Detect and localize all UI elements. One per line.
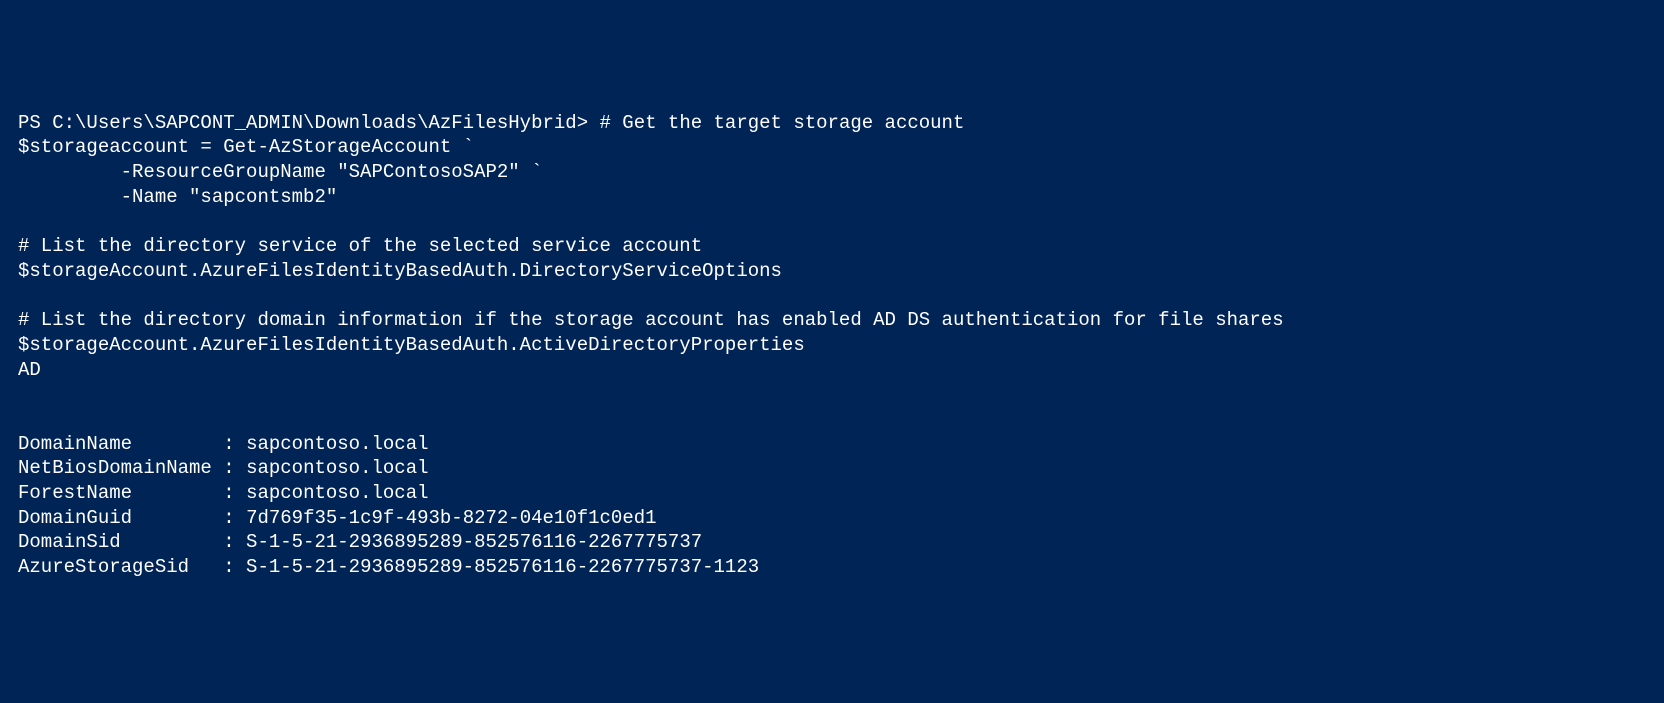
property-row: DomainName : sapcontoso.local (18, 433, 429, 455)
command-line: -Name "sapcontsmb2" (18, 186, 337, 208)
property-row: DomainSid : S-1-5-21-2936895289-85257611… (18, 531, 702, 553)
command-line: $storageAccount.AzureFilesIdentityBasedA… (18, 260, 782, 282)
property-key: DomainSid (18, 531, 121, 553)
property-value: sapcontoso.local (246, 482, 428, 504)
command-line: $storageaccount = Get-AzStorageAccount ` (18, 136, 474, 158)
property-key: ForestName (18, 482, 132, 504)
output-line: AD (18, 359, 41, 381)
property-sep: : (132, 433, 246, 455)
property-key: NetBiosDomainName (18, 457, 212, 479)
property-key: DomainName (18, 433, 132, 455)
property-sep: : (121, 531, 246, 553)
command-line: $storageAccount.AzureFilesIdentityBasedA… (18, 334, 805, 356)
property-row: AzureStorageSid : S-1-5-21-2936895289-85… (18, 556, 759, 578)
property-value: S-1-5-21-2936895289-852576116-2267775737 (246, 531, 702, 553)
property-key: AzureStorageSid (18, 556, 189, 578)
comment-line: # List the directory domain information … (18, 309, 1284, 331)
property-sep: : (189, 556, 246, 578)
command-line: -ResourceGroupName "SAPContosoSAP2" ` (18, 161, 543, 183)
property-value: sapcontoso.local (246, 457, 428, 479)
prompt-line: PS C:\Users\SAPCONT_ADMIN\Downloads\AzFi… (18, 112, 964, 134)
property-sep: : (212, 457, 246, 479)
property-value: sapcontoso.local (246, 433, 428, 455)
property-row: DomainGuid : 7d769f35-1c9f-493b-8272-04e… (18, 507, 657, 529)
property-sep: : (132, 482, 246, 504)
property-value: 7d769f35-1c9f-493b-8272-04e10f1c0ed1 (246, 507, 656, 529)
property-sep: : (132, 507, 246, 529)
property-key: DomainGuid (18, 507, 132, 529)
comment: # Get the target storage account (600, 112, 965, 134)
property-row: NetBiosDomainName : sapcontoso.local (18, 457, 429, 479)
comment-line: # List the directory service of the sele… (18, 235, 702, 257)
property-value: S-1-5-21-2936895289-852576116-2267775737… (246, 556, 759, 578)
properties-table: DomainName : sapcontoso.local NetBiosDom… (18, 432, 1646, 580)
property-row: ForestName : sapcontoso.local (18, 482, 429, 504)
terminal-output[interactable]: PS C:\Users\SAPCONT_ADMIN\Downloads\AzFi… (18, 111, 1646, 580)
prompt: PS C:\Users\SAPCONT_ADMIN\Downloads\AzFi… (18, 112, 600, 134)
